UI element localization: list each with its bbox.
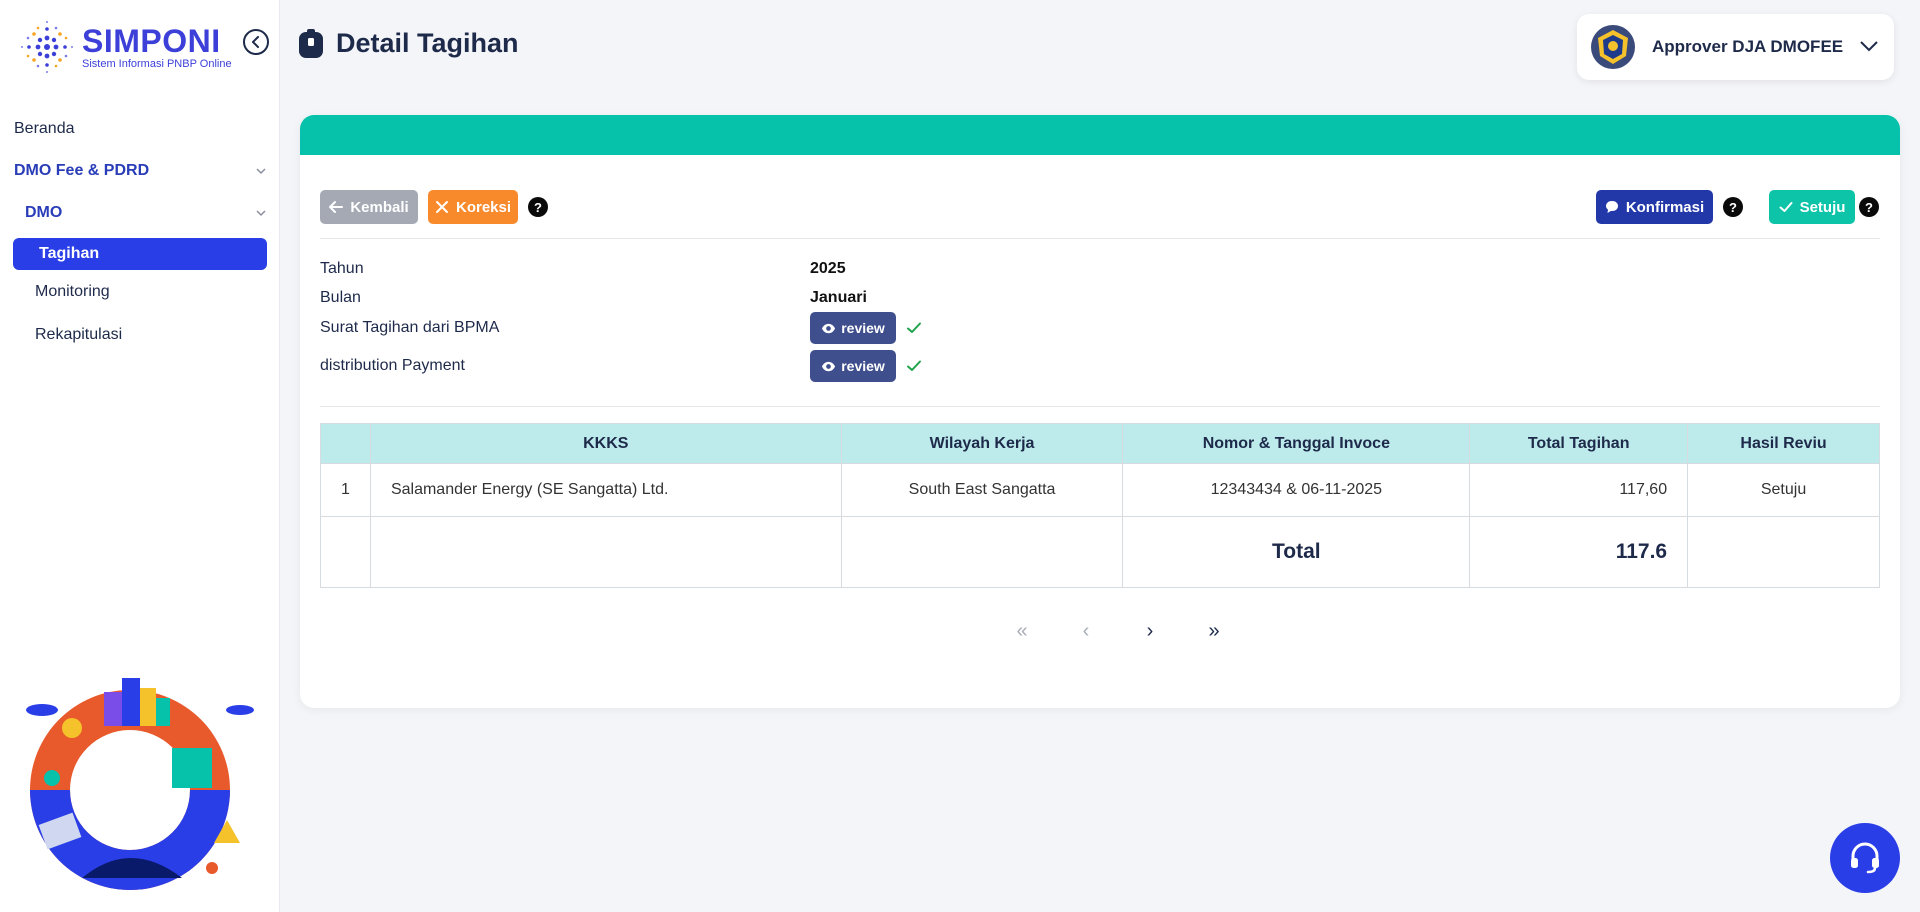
cell-empty — [840, 516, 1124, 588]
close-icon — [435, 201, 448, 213]
first-page-button[interactable]: « — [990, 620, 1054, 643]
total-value: 117.6 — [1469, 516, 1689, 588]
column-header-invoice[interactable]: Nomor & Tanggal Invoce — [1122, 423, 1471, 464]
setuju-button[interactable]: Setuju — [1769, 190, 1855, 224]
column-header-kkks[interactable]: KKKS — [369, 423, 842, 464]
info-label: Tahun — [320, 260, 364, 277]
divider — [320, 406, 1880, 407]
cell-wilayah-kerja: South East Sangatta — [840, 463, 1124, 517]
review-button[interactable]: review — [810, 350, 896, 382]
chat-bubble-icon — [1605, 201, 1618, 213]
support-button[interactable] — [1830, 823, 1900, 893]
sidebar-illustration — [26, 678, 254, 890]
clipboard-icon — [299, 28, 323, 58]
check-icon — [1779, 202, 1793, 212]
sidebar-item-tagihan[interactable]: Tagihan — [13, 238, 267, 270]
total-label: Total — [1122, 516, 1471, 588]
eye-icon — [822, 361, 836, 371]
cell-empty — [1687, 516, 1880, 588]
sidebar-item-label: DMO Fee & PDRD — [14, 162, 150, 179]
review-button-label: review — [841, 320, 885, 336]
sidebar-item-label: Rekapitulasi — [35, 325, 123, 343]
info-value: Januari — [810, 289, 867, 306]
action-toolbar: Kembali Koreksi ? Konfirmasi ? Setuju ? — [320, 190, 1880, 224]
table-total-row: Total 117.6 — [320, 516, 1880, 588]
next-page-button[interactable]: › — [1118, 620, 1182, 643]
table-row[interactable]: 1 Salamander Energy (SE Sangatta) Ltd. S… — [320, 463, 1880, 517]
collapse-sidebar-button[interactable] — [243, 29, 269, 55]
review-button-label: review — [841, 358, 885, 374]
column-header-total-tagihan[interactable]: Total Tagihan — [1469, 423, 1689, 464]
cell-hasil-reviu: Setuju — [1687, 463, 1880, 517]
card-header-band — [300, 115, 1900, 155]
sidebar-item-beranda[interactable]: Beranda — [0, 108, 280, 150]
logo-mark-icon — [21, 21, 73, 73]
konfirmasi-button-label: Konfirmasi — [1625, 198, 1705, 216]
koreksi-button[interactable]: Koreksi — [428, 190, 518, 224]
setuju-button-label: Setuju — [1799, 198, 1846, 216]
info-row-surat-tagihan: Surat Tagihan dari BPMA review — [320, 312, 922, 344]
info-label: Surat Tagihan dari BPMA — [320, 319, 500, 336]
chevron-down-icon — [1860, 41, 1878, 52]
back-button[interactable]: Kembali — [320, 190, 418, 224]
sidebar-item-rekapitulasi[interactable]: Rekapitulasi — [0, 313, 280, 356]
cell-kkks: Salamander Energy (SE Sangatta) Ltd. — [369, 463, 842, 517]
headset-icon — [1851, 842, 1879, 874]
info-label: Bulan — [320, 289, 361, 306]
app-name: SIMPONI — [82, 23, 221, 59]
divider — [320, 238, 1880, 239]
info-row-distribution-payment: distribution Payment review — [320, 350, 922, 382]
arrow-left-icon — [329, 201, 344, 213]
cell-empty — [369, 516, 842, 588]
prev-page-button[interactable]: ‹ — [1054, 620, 1118, 643]
detail-card: Kembali Koreksi ? Konfirmasi ? Setuju ? … — [300, 115, 1900, 708]
sidebar-item-label: Beranda — [14, 120, 75, 137]
cell-no: 1 — [320, 463, 371, 517]
koreksi-help-icon[interactable]: ? — [528, 197, 548, 217]
column-header-hasil-reviu[interactable]: Hasil Reviu — [1687, 423, 1880, 464]
page-title: Detail Tagihan — [298, 28, 519, 59]
app-tagline: Sistem Informasi PNBP Online — [82, 58, 232, 70]
ministry-emblem-icon — [1591, 25, 1635, 69]
sidebar-item-label: Tagihan — [39, 245, 100, 262]
konfirmasi-help-icon[interactable]: ? — [1723, 197, 1743, 217]
sidebar-nav: Beranda DMO Fee & PDRD DMO Tagihan Monit… — [0, 108, 280, 356]
sidebar-item-dmo[interactable]: DMO — [0, 192, 280, 234]
table-header-row: KKKS Wilayah Kerja Nomor & Tanggal Invoc… — [320, 423, 1880, 464]
koreksi-button-label: Koreksi — [455, 198, 512, 216]
chevron-down-icon — [256, 168, 266, 175]
user-menu[interactable]: Approver DJA DMOFEE — [1577, 14, 1894, 80]
tagihan-table: KKKS Wilayah Kerja Nomor & Tanggal Invoc… — [320, 423, 1880, 588]
cell-empty — [320, 516, 371, 588]
sidebar: SIMPONI Sistem Informasi PNBP Online Ber… — [0, 0, 280, 912]
chevron-down-icon — [256, 210, 266, 217]
user-name: Approver DJA DMOFEE — [1652, 37, 1844, 56]
chevron-left-icon — [252, 36, 259, 48]
info-value: 2025 — [810, 260, 846, 277]
check-icon — [907, 360, 921, 371]
sidebar-item-dmo-fee-pdrd[interactable]: DMO Fee & PDRD — [0, 150, 280, 192]
setuju-help-icon[interactable]: ? — [1859, 197, 1879, 217]
page-title-text: Detail Tagihan — [336, 28, 519, 58]
cell-total-tagihan: 117,60 — [1469, 463, 1689, 517]
info-label: distribution Payment — [320, 357, 465, 374]
pagination: « ‹ › » — [990, 620, 1246, 643]
sidebar-item-label: DMO — [25, 204, 63, 221]
app-logo[interactable]: SIMPONI Sistem Informasi PNBP Online — [18, 18, 232, 76]
back-button-label: Kembali — [350, 198, 409, 216]
konfirmasi-button[interactable]: Konfirmasi — [1596, 190, 1713, 224]
column-header-no — [320, 423, 371, 464]
info-row-tahun: Tahun 2025 — [320, 260, 846, 278]
last-page-button[interactable]: » — [1182, 620, 1246, 643]
cell-invoice: 12343434 & 06-11-2025 — [1122, 463, 1471, 517]
sidebar-item-monitoring[interactable]: Monitoring — [0, 270, 280, 313]
check-icon — [907, 322, 921, 333]
review-button[interactable]: review — [810, 312, 896, 344]
eye-icon — [822, 323, 836, 333]
sidebar-item-label: Monitoring — [35, 282, 110, 300]
info-row-bulan: Bulan Januari — [320, 289, 867, 307]
column-header-wilayah-kerja[interactable]: Wilayah Kerja — [840, 423, 1124, 464]
